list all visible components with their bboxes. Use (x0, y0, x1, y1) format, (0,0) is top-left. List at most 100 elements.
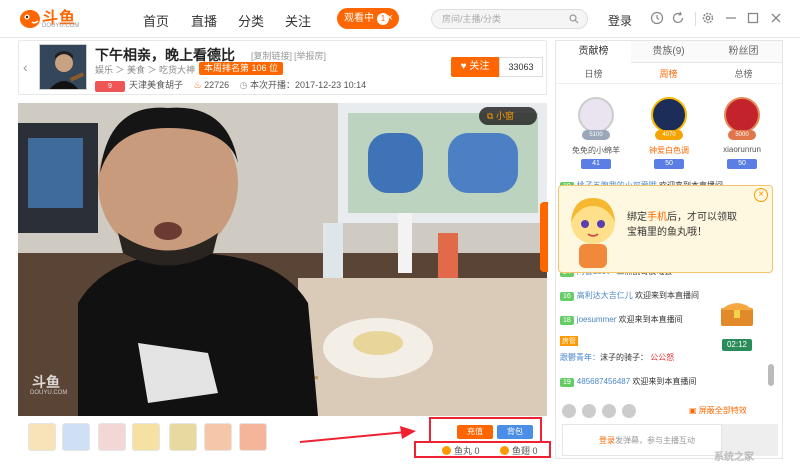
user-name[interactable]: 跟鬱青年： (560, 353, 600, 362)
logo-subtext: DOUYU.COM (42, 23, 80, 29)
list-item: 跟鬱青年：沫子的骑子： 公公怒 (560, 352, 674, 363)
start-time: 本次开播：2017-12-23 10:14 (250, 80, 367, 90)
tab-fan-club[interactable]: 粉丝团 (706, 41, 781, 63)
copy-link[interactable]: [复制链接] (251, 49, 292, 62)
rank-name: xiaorunrun (723, 145, 761, 154)
anchor-info-bar: ‹ 下午相亲，晚上看德比 [复制链接] [举报房] 娱乐 ＞ 美食 ＞ 吃货大神… (18, 40, 547, 95)
promo-text: 绑定手机后，才可以领取宝箱里的鱼丸哦！ (627, 212, 737, 238)
fish-logo-icon (20, 10, 40, 28)
gift-6-icon[interactable] (204, 423, 232, 451)
login-link[interactable]: 登录 (608, 12, 632, 29)
mascot-icon (571, 198, 615, 268)
nav-home[interactable]: 首页 (143, 11, 169, 30)
divider (695, 12, 696, 26)
clock-icon: ◷ (239, 80, 248, 90)
treasure-chest-icon[interactable] (718, 298, 756, 328)
moderator-badge: 房管 (560, 336, 578, 346)
crown-icon[interactable] (582, 404, 596, 418)
rank-name: 免免的小绵羊 (572, 146, 620, 155)
watching-pill[interactable]: 观看中 1 × (337, 8, 399, 29)
chest-timer: 02:12 (722, 339, 752, 351)
rank-level: 41 (581, 159, 611, 169)
nav-live[interactable]: 直播 (191, 11, 217, 30)
follow-label: 关注 (469, 61, 490, 72)
user-name[interactable]: 485687456487 (577, 377, 630, 386)
rank-1[interactable]: 4070 钟爱白色调 50 (634, 89, 704, 179)
rank-amount: 5100 (582, 130, 610, 140)
history-icon[interactable] (650, 11, 664, 25)
color-icon[interactable] (622, 404, 636, 418)
chat-suffix: 公公怒 (650, 353, 675, 362)
checkbox-icon: ▣ (689, 406, 699, 415)
small-window-button[interactable]: ⧉ 小窗 (479, 107, 537, 125)
list-item: 18 joesummer 欢迎来到本直播间 (560, 314, 683, 325)
gift-helmet-icon[interactable] (169, 423, 197, 451)
tab-nobles[interactable]: 贵族(9) (631, 41, 706, 63)
list-item: 19 485687456487 欢迎来到本直播间 (560, 376, 696, 387)
streamer-level-badge: 9 (95, 81, 125, 92)
pip-icon: ⧉ (487, 111, 496, 121)
gift-plane-icon[interactable] (28, 423, 56, 451)
category-breadcrumb[interactable]: 娱乐 ＞ 美食 ＞ 吃货大神 (95, 63, 195, 76)
streamer-line: 9 天津美食胡子 ♨ 22726 ◷ 本次开播：2017-12-23 10:14 (95, 78, 366, 92)
fishfin-icon (500, 446, 509, 455)
user-name[interactable]: 高利达大吉仁儿 (577, 291, 633, 300)
nav-follow[interactable]: 关注 (285, 11, 311, 30)
subtab-daily[interactable]: 日榜 (556, 64, 631, 84)
douyu-logo[interactable]: 斗鱼 DOUYU.COM (18, 4, 80, 34)
minimize-icon[interactable] (724, 11, 738, 25)
block-effects-toggle[interactable]: ▣ 屏蔽全部特效 (689, 405, 747, 416)
user-name[interactable]: joesummer (577, 315, 617, 324)
highlight-box (429, 417, 542, 443)
list-item: 16 高利达大吉仁儿 欢迎来到本直播间 (560, 290, 699, 301)
rank-level: 50 (654, 159, 684, 169)
refresh-icon[interactable] (671, 11, 685, 25)
search-icon[interactable] (569, 14, 579, 24)
subtab-total[interactable]: 总榜 (706, 64, 781, 84)
subtab-weekly[interactable]: 周榜 (631, 64, 706, 84)
arrow-annotation (300, 426, 416, 443)
close-icon[interactable]: × (754, 188, 768, 202)
video-player[interactable] (18, 103, 547, 416)
gift-airplane-icon[interactable] (98, 423, 126, 451)
tab-contribution[interactable]: 贡献榜 (556, 41, 631, 63)
search-input[interactable]: 房间/主播/分类 (431, 9, 588, 29)
emoji-icon[interactable] (562, 404, 576, 418)
side-panel-toggle[interactable] (540, 202, 548, 272)
gift-medal-icon[interactable] (239, 423, 267, 451)
window-close-icon[interactable] (769, 11, 783, 25)
maximize-icon[interactable] (746, 11, 760, 25)
chat-login-link[interactable]: 登录 (599, 436, 615, 445)
site-watermark: 系统之家 (714, 452, 754, 463)
danmaku-input[interactable]: 登录发弹幕，参与主播互动 (562, 424, 722, 456)
report-link[interactable]: [举报房] (294, 49, 326, 62)
chat-toolbar (556, 400, 782, 420)
search-placeholder: 房间/主播/分类 (442, 14, 502, 24)
tag-icon[interactable] (602, 404, 616, 418)
chat-scrollbar[interactable] (768, 364, 774, 386)
close-icon[interactable]: × (387, 8, 393, 29)
fishball-icon (442, 446, 451, 455)
block-effects-label: 屏蔽全部特效 (698, 406, 747, 415)
streamer-name[interactable]: 天津美食胡子 (129, 80, 183, 90)
streamer-avatar[interactable] (39, 44, 87, 90)
small-window-label: 小窗 (495, 111, 514, 121)
nav-category[interactable]: 分类 (238, 11, 264, 30)
follow-count: 33063 (499, 57, 543, 77)
gift-gold-bar-icon[interactable] (132, 423, 160, 451)
chat-text: 欢迎来到本直播间 (635, 291, 700, 300)
gift-rocket-icon[interactable] (62, 423, 90, 451)
chat-placeholder: 发弹幕，参与主播互动 (615, 436, 695, 445)
chevron-left-icon[interactable]: ‹ (23, 59, 28, 75)
follow-button[interactable]: ♥ 关注 (451, 57, 499, 77)
title-bar: 斗鱼 DOUYU.COM 首页 直播 分类 关注 观看中 1 × 房间/主播/分类… (0, 0, 800, 38)
user-level: 19 (560, 378, 574, 387)
avatar (724, 97, 760, 133)
flame-icon: ♨ (193, 80, 202, 90)
video-frame (18, 103, 547, 416)
gear-icon[interactable] (701, 11, 715, 25)
rank-2[interactable]: 5100 免免的小绵羊 41 (561, 89, 631, 179)
bind-phone-promo[interactable]: 绑定手机后，才可以领取宝箱里的鱼丸哦！ × (558, 185, 773, 273)
rank-3[interactable]: 5000 xiaorunrun 50 (707, 89, 777, 179)
rank-level: 50 (727, 159, 757, 169)
